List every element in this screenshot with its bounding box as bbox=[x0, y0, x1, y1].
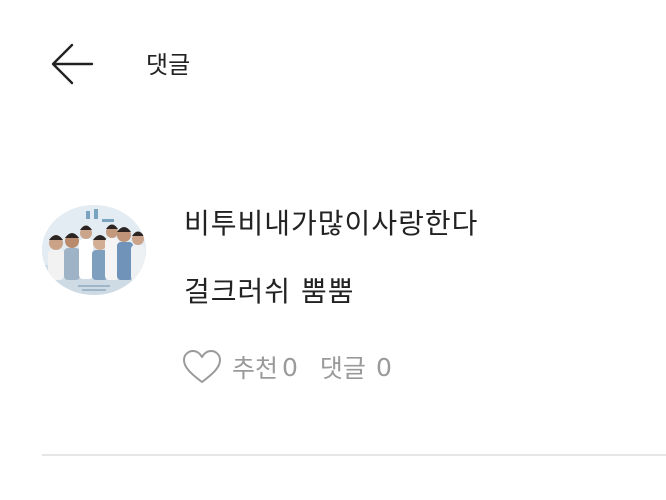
comment-actions: 추천 0 댓글 0 bbox=[182, 345, 392, 389]
comment-text: 걸크러쉬 뿜뿜 bbox=[184, 275, 355, 308]
app-header: 댓글 bbox=[0, 0, 666, 130]
like-count: 0 bbox=[282, 352, 298, 382]
heart-outline-icon bbox=[183, 350, 221, 383]
divider bbox=[42, 454, 666, 456]
avatar[interactable] bbox=[42, 205, 146, 295]
comment-author[interactable]: 비투비내가많이사랑한다 bbox=[184, 205, 478, 243]
like-button[interactable]: 추천 0 bbox=[182, 349, 320, 385]
reply-label: 댓글 bbox=[319, 354, 366, 383]
back-button[interactable] bbox=[46, 40, 98, 88]
like-label: 추천 bbox=[232, 354, 279, 383]
page-title: 댓글 bbox=[146, 51, 191, 79]
reply-count: 0 bbox=[375, 352, 392, 382]
reply-button[interactable]: 댓글 0 bbox=[320, 349, 392, 385]
arrow-left-icon bbox=[51, 43, 94, 85]
avatar-image bbox=[42, 205, 146, 295]
comment-item: 비투비내가많이사랑한다 걸크러쉬 뿜뿜 추천 0 댓글 0 bbox=[0, 195, 666, 455]
